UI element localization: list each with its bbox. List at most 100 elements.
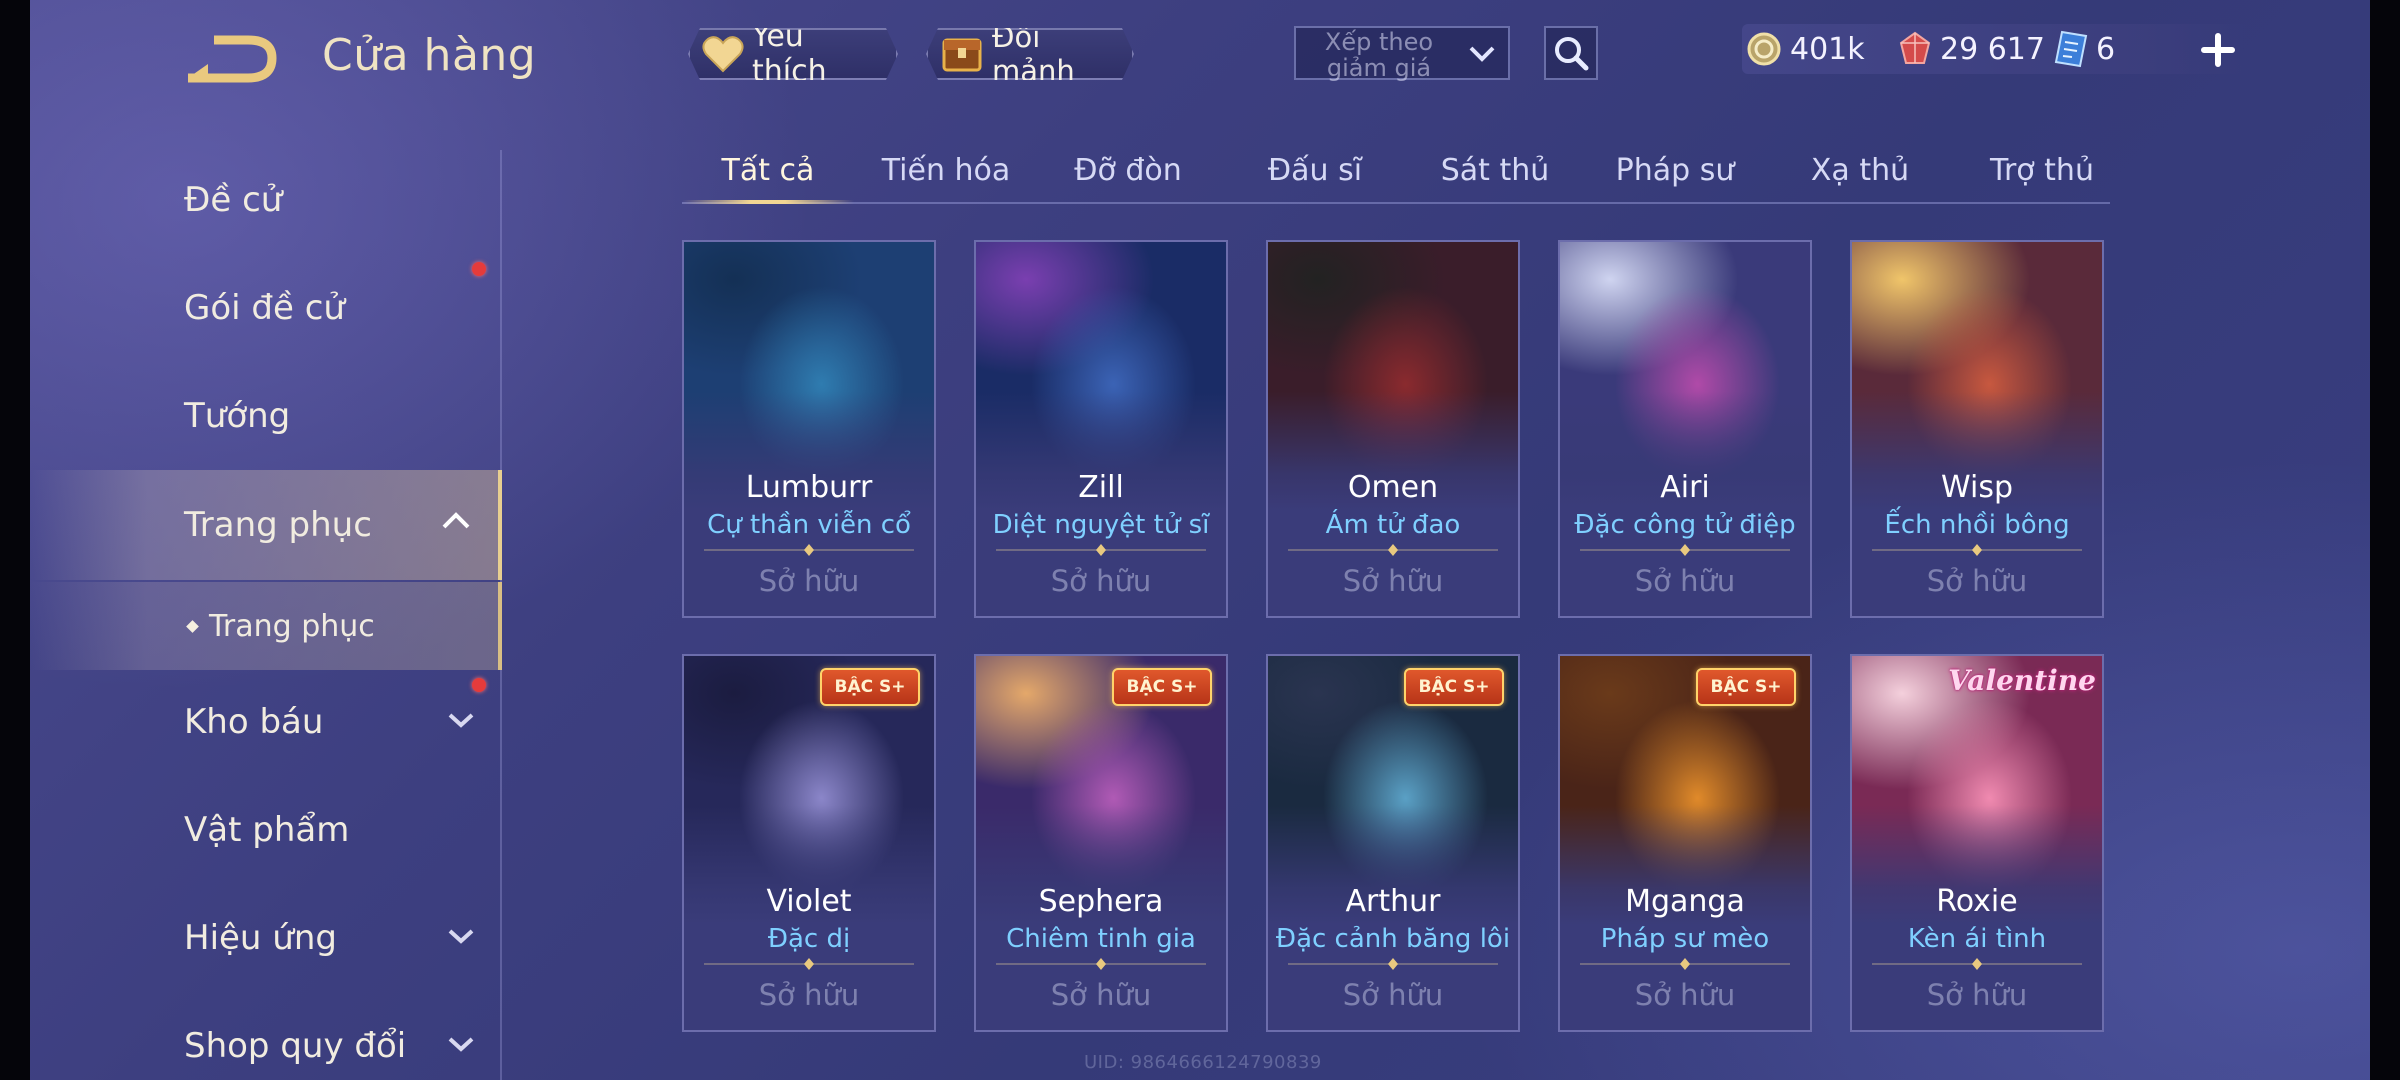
tab-all[interactable]: Tất cả <box>682 140 854 204</box>
skin-name: Kèn ái tình <box>1907 924 2047 954</box>
gold-amount: 401k <box>1790 31 1865 67</box>
chevron-down-icon <box>448 929 474 944</box>
role-tabs: Tất cả Tiến hóa Đỡ đòn Đấu sĩ Sát thủ Ph… <box>682 140 2110 204</box>
skin-card[interactable]: Omen Ám tử đao Sở hữu <box>1266 240 1520 618</box>
tab-mage[interactable]: Pháp sư <box>1590 140 1760 200</box>
tab-label: Tất cả <box>721 152 815 188</box>
sidebar-item-label: Tướng <box>184 396 291 436</box>
hero-name: Sephera <box>1038 884 1164 919</box>
sidebar-item-label: Shop quy đổi <box>184 1026 407 1066</box>
tier-badge: BẬC S+ <box>1404 668 1504 706</box>
sidebar-item-heroes[interactable]: Tướng <box>30 376 502 456</box>
event-badge: Valentine <box>1948 664 2096 697</box>
card-gradient-overlay <box>684 656 934 1030</box>
trade-fragments-button[interactable]: Đổi mảnh <box>926 28 1134 80</box>
skin-name: Diệt nguyệt tử sĩ <box>992 510 1210 540</box>
skin-card[interactable]: Valentine Roxie Kèn ái tình Sở hữu <box>1850 654 2104 1032</box>
sidebar-item-treasure[interactable]: Kho báu <box>30 682 502 762</box>
tab-marksman[interactable]: Xạ thủ <box>1774 140 1946 200</box>
skin-card[interactable]: Airi Đặc công tử điệp Sở hữu <box>1558 240 1812 618</box>
active-tab-indicator <box>682 200 854 204</box>
skin-name: Đặc công tử điệp <box>1574 510 1796 540</box>
ruby-balance: 29 617 <box>1898 24 2045 74</box>
sidebar-item-exchange-shop[interactable]: Shop quy đổi <box>30 1006 502 1080</box>
hero-name: Airi <box>1660 470 1710 505</box>
sidebar-item-label: Đề cử <box>184 180 283 220</box>
tab-evolution[interactable]: Tiến hóa <box>866 140 1026 200</box>
skin-card[interactable]: BẬC S+ Violet Đặc dị Sở hữu <box>682 654 936 1032</box>
sidebar-item-items[interactable]: Vật phẩm <box>30 790 502 870</box>
skin-name: Đặc dị <box>767 924 851 954</box>
favorites-label: Yêu thích <box>752 19 827 89</box>
sidebar-item-label: Vật phẩm <box>184 810 350 850</box>
sidebar-item-recommended-bundles[interactable]: Gói đề cử <box>30 268 502 348</box>
tier-badge: BẬC S+ <box>1112 668 1212 706</box>
voucher-icon <box>2054 30 2088 68</box>
card-gradient-overlay <box>1852 242 2102 616</box>
favorites-button[interactable]: Yêu thích <box>688 28 898 80</box>
ownership-status: Sở hữu <box>1926 978 2028 1012</box>
sidebar-item-label: Gói đề cử <box>184 288 345 328</box>
tier-badge: BẬC S+ <box>1696 668 1796 706</box>
ownership-status: Sở hữu <box>758 978 860 1012</box>
hero-name: Zill <box>1078 470 1124 505</box>
heart-icon <box>702 35 744 73</box>
diamond-bullet-icon <box>186 619 199 633</box>
hero-name: Wisp <box>1940 470 2013 505</box>
plus-icon <box>2201 33 2235 67</box>
ownership-status: Sở hữu <box>1926 564 2028 598</box>
skin-grid: Lumburr Cự thần viễn cổ Sở hữu Zill Diệt ngu… <box>682 240 2108 1080</box>
ownership-status: Sở hữu <box>1342 978 1444 1012</box>
fragment-chest-icon <box>940 32 984 76</box>
sidebar-item-recommended[interactable]: Đề cử <box>30 160 502 240</box>
hero-name: Violet <box>766 884 852 919</box>
card-gradient-overlay <box>1560 242 1810 616</box>
ownership-status: Sở hữu <box>758 564 860 598</box>
page-title: Cửa hàng <box>322 30 537 81</box>
chevron-down-icon <box>448 1037 474 1052</box>
sidebar-subitem-skins[interactable]: Trang phục <box>30 582 502 670</box>
search-icon <box>1555 37 1589 71</box>
tab-support[interactable]: Trợ thủ <box>1956 140 2128 200</box>
chevron-down-icon <box>448 713 474 728</box>
notification-dot <box>472 678 486 692</box>
ownership-status: Sở hữu <box>1634 978 1736 1012</box>
skin-name: Chiêm tinh gia <box>1006 924 1196 954</box>
gold-balance: 401k <box>1746 24 1865 74</box>
tab-label: Đấu sĩ <box>1267 152 1363 188</box>
back-button[interactable] <box>186 34 280 86</box>
add-currency-button[interactable] <box>2196 28 2240 72</box>
skin-name: Đặc cảnh băng lôi <box>1275 924 1511 954</box>
card-gradient-overlay <box>976 656 1226 1030</box>
tab-label: Tiến hóa <box>881 152 1011 188</box>
chevron-down-icon <box>1469 46 1495 62</box>
ruby-amount: 29 617 <box>1940 31 2045 67</box>
sidebar-item-skins[interactable]: Trang phục <box>30 470 502 580</box>
skin-name: Pháp sư mèo <box>1600 924 1770 954</box>
sidebar-item-label: Kho báu <box>184 702 324 742</box>
skin-card[interactable]: Lumburr Cự thần viễn cổ Sở hữu <box>682 240 936 618</box>
search-button[interactable] <box>1544 26 1598 80</box>
tier-badge: BẬC S+ <box>820 668 920 706</box>
card-gradient-overlay <box>684 242 934 616</box>
ownership-status: Sở hữu <box>1342 564 1444 598</box>
skin-card[interactable]: BẬC S+ Sephera Chiêm tinh gia Sở hữu <box>974 654 1228 1032</box>
card-gradient-overlay <box>976 242 1226 616</box>
sort-dropdown[interactable]: Xếp theo giảm giá <box>1294 26 1510 81</box>
ornament-divider <box>704 958 914 970</box>
back-arrow-icon <box>188 35 277 83</box>
sidebar-item-label: Trang phục <box>184 505 372 545</box>
skin-card[interactable]: Wisp Ếch nhồi bông Sở hữu <box>1850 240 2104 618</box>
tab-fighter[interactable]: Đấu sĩ <box>1230 140 1400 200</box>
uid-watermark: UID: 9864666124790839 <box>1084 1052 1322 1073</box>
tab-label: Xạ thủ <box>1810 152 1910 188</box>
skin-card[interactable]: BẬC S+ Arthur Đặc cảnh băng lôi Sở hữu <box>1266 654 1520 1032</box>
hero-name: Arthur <box>1345 884 1441 919</box>
sidebar-item-effects[interactable]: Hiệu ứng <box>30 898 502 978</box>
skin-name: Ếch nhồi bông <box>1884 510 2070 540</box>
hero-name: Omen <box>1347 470 1439 505</box>
skin-card[interactable]: BẬC S+ Mganga Pháp sư mèo Sở hữu <box>1558 654 1812 1032</box>
tab-tank[interactable]: Đỡ đòn <box>1046 140 1210 200</box>
skin-card[interactable]: Zill Diệt nguyệt tử sĩ Sở hữu <box>974 240 1228 618</box>
tab-assassin[interactable]: Sát thủ <box>1410 140 1580 200</box>
